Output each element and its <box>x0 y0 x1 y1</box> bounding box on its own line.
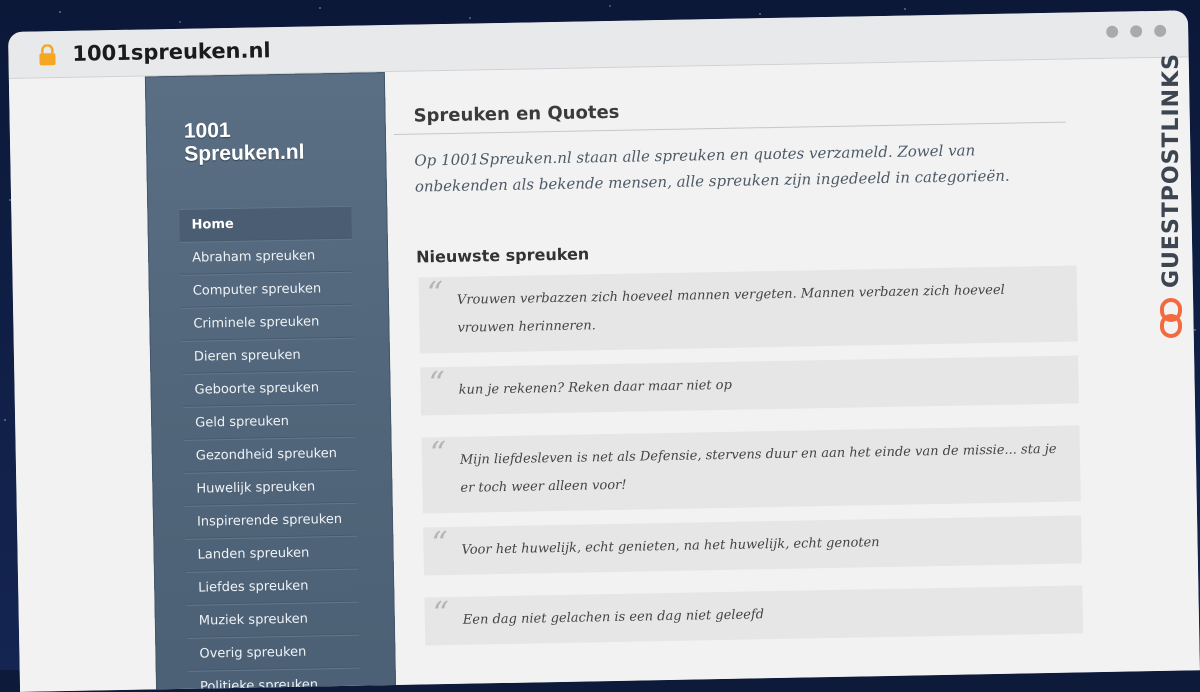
nav-item-inspirerende[interactable]: Inspirerende spreuken <box>184 502 358 539</box>
quote-text: Vrouwen verbazzen zich hoeveel mannen ve… <box>456 282 1005 336</box>
quote-card: “ kun je rekenen? Reken daar maar niet o… <box>420 355 1079 416</box>
logo-line-2: Spreuken.nl <box>184 140 305 166</box>
web-page: 1001 Spreuken.nl Home Abraham spreuken C… <box>8 57 1200 692</box>
sidebar: 1001 Spreuken.nl Home Abraham spreuken C… <box>144 72 397 692</box>
nav-item-dieren[interactable]: Dieren spreuken <box>181 337 355 374</box>
nav-item-geboorte[interactable]: Geboorte spreuken <box>182 370 355 407</box>
quote-mark-icon: “ <box>431 524 449 563</box>
logo-line-1: 1001 <box>183 118 231 143</box>
window-dot-icon[interactable] <box>1154 24 1167 37</box>
quote-text: Voor het huwelijk, echt genieten, na het… <box>461 535 880 558</box>
nav-item-overig[interactable]: Overig spreuken <box>187 634 360 671</box>
link-chain-icon <box>1160 298 1182 338</box>
lock-icon <box>39 44 56 66</box>
nav-item-home[interactable]: Home <box>179 205 352 242</box>
intro-text: Op 1001Spreuken.nl staan alle spreuken e… <box>414 141 1010 196</box>
quote-text: Mijn liefdesleven is net als Defensie, s… <box>459 441 1057 496</box>
nav-item-huwelijk[interactable]: Huwelijk spreuken <box>184 469 357 506</box>
quote-mark-icon: “ <box>428 364 446 403</box>
page-title: Spreuken en Quotes <box>413 101 620 127</box>
nav-item-liefdes[interactable]: Liefdes spreuken <box>185 568 359 605</box>
nav-item-gezondheid[interactable]: Gezondheid spreuken <box>183 436 357 473</box>
watermark-text: GUESTPOSTLINKS <box>1159 53 1184 288</box>
quote-card: “ Voor het huwelijk, echt genieten, na h… <box>423 515 1082 576</box>
guestpostlinks-watermark: GUESTPOSTLINKS <box>1156 53 1186 358</box>
quote-card: “ Mijn liefdesleven is net als Defensie,… <box>421 425 1081 514</box>
window-dot-icon[interactable] <box>1130 25 1143 38</box>
quote-mark-icon: “ <box>426 274 444 313</box>
quote-card: “ Vrouwen verbazzen zich hoeveel mannen … <box>418 265 1078 354</box>
sidebar-nav: Home Abraham spreuken Computer spreuken … <box>179 205 361 692</box>
quote-text: kun je rekenen? Reken daar maar niet op <box>458 377 732 398</box>
browser-window: 1001spreuken.nl 1001 Spreuken.nl Home Ab… <box>8 10 1200 692</box>
nav-item-politieke[interactable]: Politieke spreuken <box>187 667 361 692</box>
nav-item-criminele[interactable]: Criminele spreuken <box>181 304 354 341</box>
site-logo[interactable]: 1001 Spreuken.nl <box>184 118 305 166</box>
nav-item-muziek[interactable]: Muziek spreuken <box>186 601 360 638</box>
quote-mark-icon: “ <box>432 594 450 633</box>
quote-text: Een dag niet gelachen is een dag niet ge… <box>462 607 765 628</box>
window-controls <box>1106 24 1167 38</box>
quote-card: “ Een dag niet gelachen is een dag niet … <box>424 585 1084 646</box>
nav-item-computer[interactable]: Computer spreuken <box>180 271 354 308</box>
quote-mark-icon: “ <box>429 434 447 473</box>
latest-heading: Nieuwste spreuken <box>416 244 590 267</box>
window-dot-icon[interactable] <box>1106 25 1119 38</box>
address-bar-url[interactable]: 1001spreuken.nl <box>72 38 271 66</box>
nav-item-abraham[interactable]: Abraham spreuken <box>179 238 353 275</box>
nav-item-landen[interactable]: Landen spreuken <box>185 535 358 572</box>
nav-item-geld[interactable]: Geld spreuken <box>182 403 356 440</box>
